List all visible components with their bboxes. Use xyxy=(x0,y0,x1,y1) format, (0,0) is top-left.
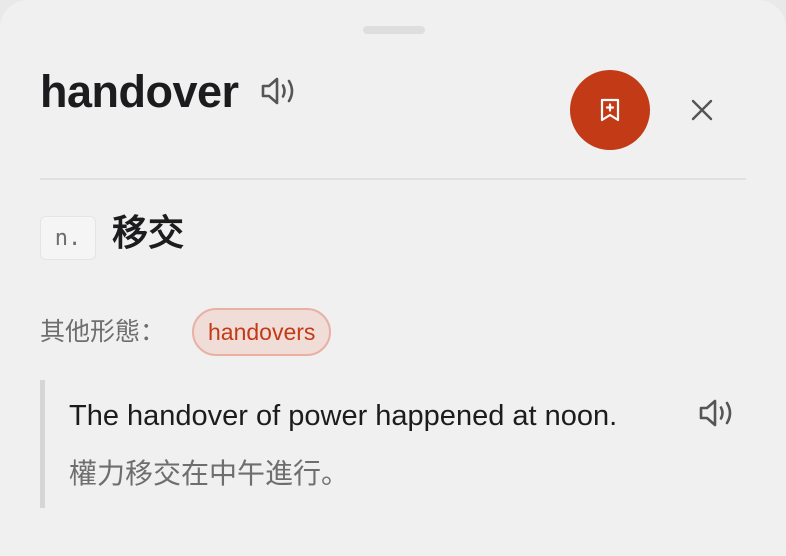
definition-text: 移交 xyxy=(112,213,185,254)
pronounce-word-button[interactable] xyxy=(260,74,300,108)
header-divider xyxy=(40,178,746,180)
close-icon xyxy=(691,99,713,121)
sheet-grabber-handle[interactable] xyxy=(363,26,425,34)
other-form-chip[interactable]: handovers xyxy=(192,308,332,356)
speaker-icon xyxy=(261,77,294,105)
pronounce-example-button[interactable] xyxy=(698,396,738,430)
headword: handover xyxy=(40,66,239,117)
other-forms-label: 其他形態： xyxy=(40,317,166,346)
speaker-icon xyxy=(699,399,732,427)
bookmark-add-icon xyxy=(600,98,620,122)
word-detail-sheet: handover n. 移交 其他形態： handovers The hando… xyxy=(0,0,786,556)
close-button[interactable] xyxy=(682,90,722,130)
example-sentence-chinese: 權力移交在中午進行。 xyxy=(69,457,350,490)
part-of-speech-badge: n. xyxy=(40,216,96,260)
example-sentence-english: The handover of power happened at noon. xyxy=(69,400,618,432)
example-block: The handover of power happened at noon. … xyxy=(40,380,746,508)
add-bookmark-button[interactable] xyxy=(570,70,650,150)
